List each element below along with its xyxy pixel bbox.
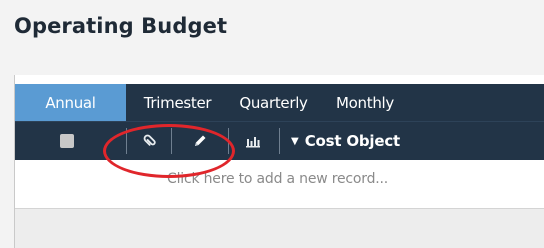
tab-monthly[interactable]: Monthly (318, 84, 412, 121)
paperclip-icon (143, 134, 156, 146)
toolbar-divider (126, 128, 127, 154)
grid-toolbar: ▼ Cost Object (15, 121, 544, 160)
new-record-prompt[interactable]: Click here to add a new record... (167, 171, 388, 187)
tab-label: Trimester (143, 93, 212, 112)
pencil-icon (195, 135, 206, 146)
page-title: Operating Budget (14, 14, 228, 38)
tab-annual[interactable]: Annual (15, 84, 126, 121)
checkbox-box (60, 134, 74, 148)
caret-down-icon[interactable]: ▼ (291, 136, 299, 147)
tab-trimester[interactable]: Trimester (126, 84, 229, 121)
tab-label: Quarterly (239, 93, 308, 112)
toolbar-divider (171, 128, 172, 154)
select-all-checkbox[interactable] (49, 122, 85, 160)
period-tabs: Annual Trimester Quarterly Monthly (15, 84, 544, 121)
toolbar-divider (279, 128, 280, 154)
bar-chart-icon (246, 137, 260, 148)
column-header-cost-object[interactable]: ▼ Cost Object (291, 122, 491, 160)
toolbar-divider (228, 128, 229, 154)
tab-label: Monthly (336, 93, 394, 112)
edit-button[interactable] (183, 122, 217, 160)
chart-button[interactable] (236, 122, 270, 160)
new-record-row[interactable]: Click here to add a new record... (15, 160, 544, 209)
budget-grid-panel: Annual Trimester Quarterly Monthly ▼ Cos… (14, 75, 544, 248)
attach-button[interactable] (133, 122, 167, 160)
tab-label: Annual (45, 93, 96, 112)
tab-quarterly[interactable]: Quarterly (229, 84, 318, 121)
grid-footer (15, 209, 544, 248)
column-header-label: Cost Object (304, 132, 401, 150)
